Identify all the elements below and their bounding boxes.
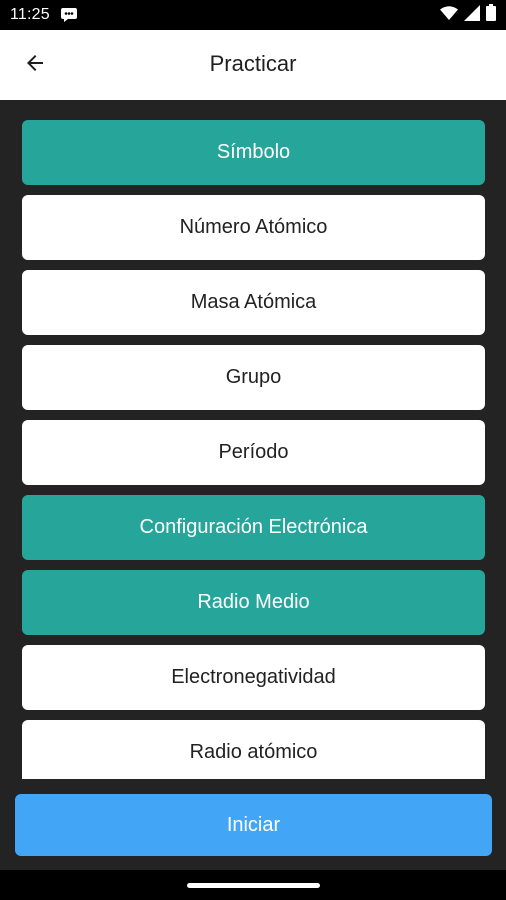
app-bar: Practicar (0, 30, 506, 100)
option-label: Grupo (225, 366, 282, 388)
options-list[interactable]: Símbolo Número Atómico Masa Atómica Grup… (22, 120, 485, 779)
option-label: Número Atómico (179, 216, 328, 238)
option-simbolo[interactable]: Símbolo (22, 120, 485, 185)
option-numero-atomico[interactable]: Número Atómico (22, 195, 485, 260)
signal-icon (464, 4, 480, 26)
option-label: Electronegatividad (171, 666, 336, 688)
page-title: Practicar (209, 51, 297, 76)
option-label: Configuración Electrónica (139, 516, 368, 538)
start-button[interactable]: Iniciar (15, 794, 492, 856)
practice-screen: 11:25 Practicar Símbolo Número Atómico M… (0, 0, 506, 900)
chat-bubble-icon (60, 7, 78, 23)
start-button-label: Iniciar (226, 813, 281, 836)
option-electronegatividad[interactable]: Electronegatividad (22, 645, 485, 710)
option-periodo[interactable]: Período (22, 420, 485, 485)
option-label: Período (218, 441, 289, 463)
home-indicator[interactable] (187, 883, 320, 888)
wifi-icon (440, 5, 458, 25)
back-button[interactable] (12, 42, 58, 88)
option-radio-medio[interactable]: Radio Medio (22, 570, 485, 635)
option-label: Radio atómico (189, 741, 318, 763)
status-time: 11:25 (10, 6, 50, 23)
status-icons (440, 4, 496, 26)
option-radio-atomico[interactable]: Radio atómico (22, 720, 485, 779)
battery-icon (486, 4, 496, 26)
arrow-left-icon (23, 51, 47, 80)
option-masa-atomica[interactable]: Masa Atómica (22, 270, 485, 335)
status-bar: 11:25 (0, 0, 506, 30)
option-label: Radio Medio (197, 591, 310, 613)
option-configuracion-electronica[interactable]: Configuración Electrónica (22, 495, 485, 560)
option-grupo[interactable]: Grupo (22, 345, 485, 410)
option-label: Masa Atómica (190, 291, 317, 313)
option-label: Símbolo (216, 141, 291, 163)
